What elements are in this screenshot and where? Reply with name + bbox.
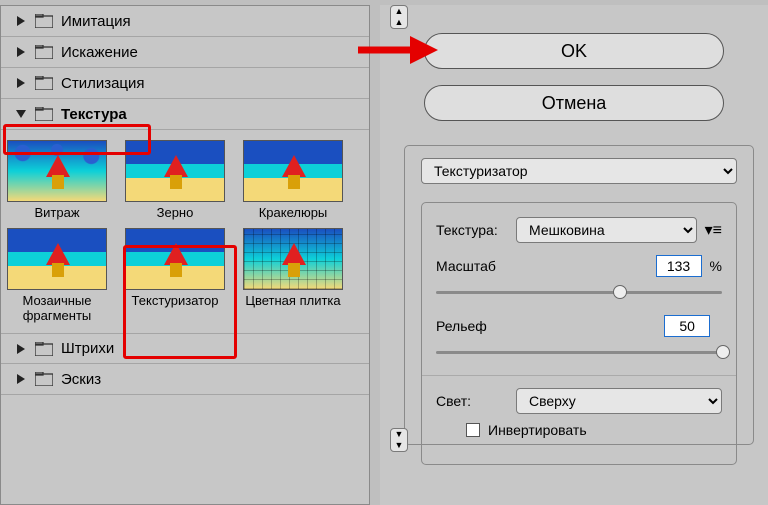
chevron-down-icon xyxy=(15,108,27,120)
texture-params: Текстура: Мешковина ▾≡ Масштаб % Рельеф xyxy=(421,202,737,465)
thumb-mosaic-tiles[interactable]: Мозаичные фрагменты xyxy=(7,228,107,323)
thumb-label: Мозаичные фрагменты xyxy=(7,293,107,323)
tree-item-strokes[interactable]: Штрихи xyxy=(1,333,369,364)
tree-item-sketch[interactable]: Эскиз xyxy=(1,364,369,395)
settings-panel: ▲▲ OK Отмена Текстуризатор Текстура: Меш… xyxy=(380,5,768,505)
thumb-label: Кракелюры xyxy=(243,205,343,220)
scale-label: Масштаб xyxy=(436,258,656,274)
tree-label: Эскиз xyxy=(61,371,101,388)
tree-label: Текстура xyxy=(61,106,127,123)
texture-label: Текстура: xyxy=(436,222,516,238)
folder-icon xyxy=(35,45,53,59)
chevron-right-icon xyxy=(15,77,27,89)
thumb-label: Зерно xyxy=(125,205,225,220)
invert-checkbox[interactable] xyxy=(466,423,480,437)
chevron-right-icon xyxy=(15,15,27,27)
thumb-label: Витраж xyxy=(7,205,107,220)
thumb-craquelure[interactable]: Кракелюры xyxy=(243,140,343,220)
folder-open-icon xyxy=(35,107,53,121)
tree-item-texture[interactable]: Текстура xyxy=(1,99,369,130)
tree-label: Штрихи xyxy=(61,340,114,357)
filter-tree-panel: Имитация Искажение Стилизация Текстура В… xyxy=(0,5,370,505)
thumb-label: Цветная плитка xyxy=(243,293,343,308)
relief-slider[interactable] xyxy=(436,345,722,361)
folder-icon xyxy=(35,14,53,28)
flyout-menu-icon[interactable]: ▾≡ xyxy=(705,220,722,240)
thumb-grain[interactable]: Зерно xyxy=(125,140,225,220)
tree-label: Стилизация xyxy=(61,75,145,92)
filter-select[interactable]: Текстуризатор xyxy=(421,158,737,184)
thumb-texturizer[interactable]: Текстуризатор xyxy=(125,228,225,323)
tree-label: Искажение xyxy=(61,44,138,61)
folder-icon xyxy=(35,76,53,90)
thumb-label: Текстуризатор xyxy=(125,293,225,308)
scale-slider[interactable] xyxy=(436,285,722,301)
scale-input[interactable] xyxy=(656,255,702,277)
scale-unit: % xyxy=(710,258,722,274)
light-select[interactable]: Сверху xyxy=(516,388,722,414)
invert-label: Инвертировать xyxy=(488,422,587,438)
tree-item-imitation[interactable]: Имитация xyxy=(1,6,369,37)
cancel-button[interactable]: Отмена xyxy=(424,85,724,121)
relief-input[interactable] xyxy=(664,315,710,337)
folder-icon xyxy=(35,372,53,386)
folder-icon xyxy=(35,342,53,356)
thumbnails-grid: Витраж Зерно Кракелюры Мозаичные фрагмен… xyxy=(1,130,369,333)
texture-select[interactable]: Мешковина xyxy=(516,217,697,243)
params-group: Текстуризатор Текстура: Мешковина ▾≡ Мас… xyxy=(404,145,754,445)
ok-button[interactable]: OK xyxy=(424,33,724,69)
thumb-stained-glass[interactable]: Витраж xyxy=(7,140,107,220)
collapse-stepper[interactable]: ▲▲ xyxy=(390,5,408,29)
tree-item-distortion[interactable]: Искажение xyxy=(1,37,369,68)
tree-item-stylization[interactable]: Стилизация xyxy=(1,68,369,99)
chevron-right-icon xyxy=(15,46,27,58)
chevron-right-icon xyxy=(15,343,27,355)
relief-label: Рельеф xyxy=(436,318,664,334)
thumb-patchwork[interactable]: Цветная плитка xyxy=(243,228,343,323)
expand-stepper[interactable]: ▼▼ xyxy=(390,428,408,452)
tree-label: Имитация xyxy=(61,13,131,30)
chevron-right-icon xyxy=(15,373,27,385)
light-label: Свет: xyxy=(436,393,516,409)
